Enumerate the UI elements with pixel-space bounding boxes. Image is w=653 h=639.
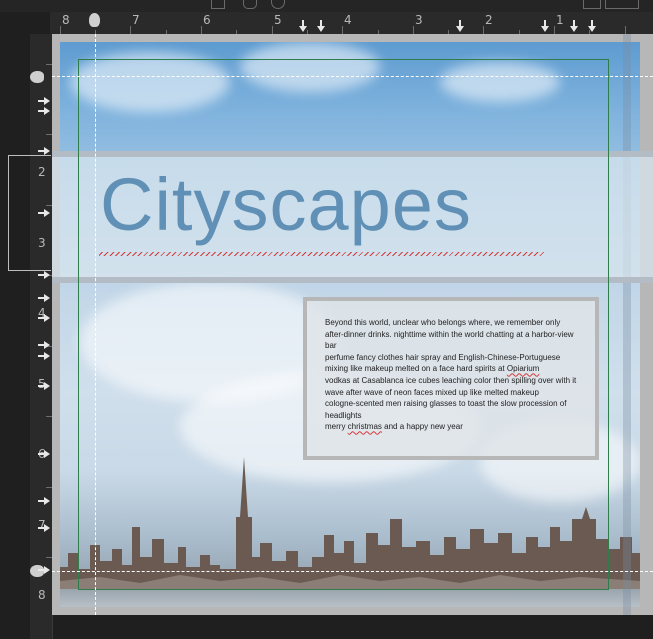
indent-marker[interactable]: [38, 107, 50, 115]
ruler-label: 6: [203, 13, 211, 27]
indent-marker[interactable]: [38, 97, 50, 105]
tab-stop-marker[interactable]: [588, 20, 596, 32]
indent-marker[interactable]: [38, 314, 50, 322]
document-page[interactable]: Cityscapes Beyond this world, unclear wh…: [52, 34, 653, 615]
indent-marker[interactable]: [38, 147, 50, 155]
page-spine: [623, 34, 631, 615]
ruler-label: 8: [62, 13, 70, 27]
guide-line[interactable]: [95, 34, 96, 615]
indent-marker[interactable]: [38, 294, 50, 302]
guide-handle-icon[interactable]: [30, 71, 44, 83]
timer-tool-icon[interactable]: [271, 0, 285, 9]
page-tool-icon[interactable]: [211, 0, 225, 9]
ruler-label: 8: [38, 588, 46, 602]
vertical-ruler[interactable]: 2 3 4 5 6 7 8: [30, 34, 53, 639]
top-toolbar: [0, 0, 653, 12]
ruler-label: 4: [344, 13, 352, 27]
margin-guide: [78, 59, 609, 590]
view-spread-icon[interactable]: [605, 0, 639, 9]
tab-stop-marker[interactable]: [456, 20, 464, 32]
guide-handle-icon[interactable]: [30, 565, 44, 577]
link-tool-icon[interactable]: [243, 0, 257, 9]
view-single-icon[interactable]: [583, 0, 601, 9]
guide-line[interactable]: [52, 76, 653, 77]
ruler-label: 3: [415, 13, 423, 27]
ruler-label: 7: [132, 13, 140, 27]
guide-line[interactable]: [52, 571, 653, 572]
indent-marker[interactable]: [38, 341, 50, 349]
tab-stop-marker[interactable]: [299, 20, 307, 32]
tab-stop-marker[interactable]: [570, 20, 578, 32]
indent-marker[interactable]: [38, 271, 50, 279]
indent-marker[interactable]: [38, 382, 50, 390]
ruler-label: 2: [485, 13, 493, 27]
indent-marker[interactable]: [38, 524, 50, 532]
tab-stop-marker[interactable]: [541, 20, 549, 32]
selected-range-bracket: [8, 155, 51, 271]
indent-marker[interactable]: [38, 352, 50, 360]
river-water: [60, 589, 640, 607]
ruler-label: 1: [556, 13, 564, 27]
indent-marker[interactable]: [38, 450, 50, 458]
guide-handle-icon[interactable]: [89, 13, 100, 27]
ruler-label: 5: [274, 13, 282, 27]
tab-stop-marker[interactable]: [317, 20, 325, 32]
indent-marker[interactable]: [38, 497, 50, 505]
indent-marker[interactable]: [38, 566, 50, 574]
horizontal-ruler[interactable]: 8 7 6 5 4 3 2 1: [50, 12, 653, 35]
